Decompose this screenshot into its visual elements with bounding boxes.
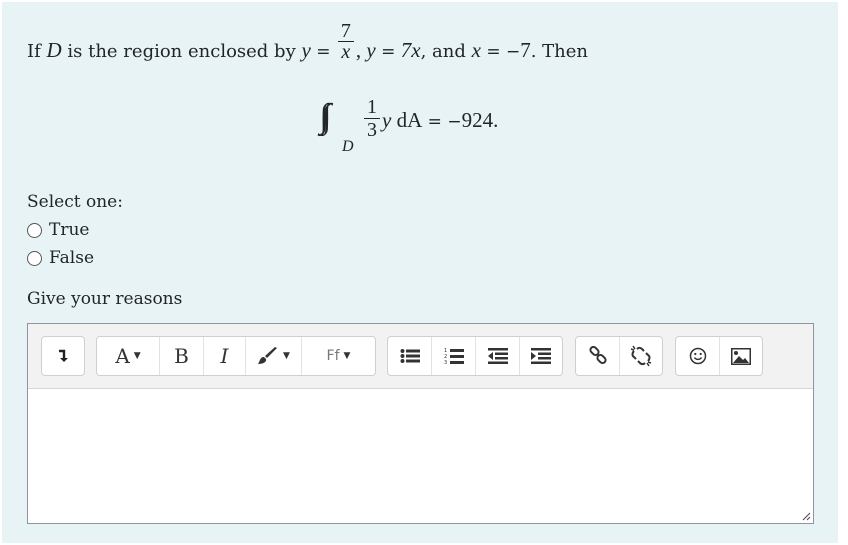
svg-text:3: 3: [444, 360, 447, 365]
integrand-and-result: y dA = −924.: [382, 108, 499, 132]
select-one-prompt: Select one:: [27, 192, 123, 212]
caret-down-icon: ▼: [133, 351, 141, 361]
show-more-buttons[interactable]: [42, 337, 84, 375]
editor-content-area[interactable]: [28, 390, 813, 523]
arrow-down-icon: [59, 349, 68, 362]
rich-text-editor: A ▼ B I ▼ Ff ▼ 1 2 3: [27, 323, 814, 524]
radio-false[interactable]: [27, 250, 42, 266]
italic-icon: I: [220, 344, 229, 368]
outdent-button[interactable]: [476, 337, 520, 375]
question-text: If D is the region enclosed by y = 7x, y…: [27, 19, 589, 63]
toolbar-group-format: A ▼ B I ▼ Ff ▼: [96, 336, 376, 376]
italic-button[interactable]: I: [204, 337, 246, 375]
bold-icon: B: [174, 344, 189, 368]
option-true-label: True: [49, 220, 90, 240]
image-button[interactable]: [720, 337, 762, 375]
radio-true[interactable]: [27, 222, 42, 238]
toolbar-group-media: [675, 336, 763, 376]
reasons-label: Give your reasons: [27, 289, 183, 309]
resize-handle-icon[interactable]: [801, 511, 811, 521]
option-false-label: False: [49, 248, 94, 268]
smiley-icon: [689, 347, 706, 365]
toolbar-group-links: [575, 336, 663, 376]
bullet-list-icon: [400, 349, 420, 363]
fraction-one-third: 13: [364, 96, 380, 141]
font-a-icon: A: [115, 344, 130, 368]
integral-region: D: [342, 138, 354, 155]
editor-toolbar: A ▼ B I ▼ Ff ▼ 1 2 3: [28, 324, 813, 389]
caret-down-icon: ▼: [283, 351, 290, 361]
paintbrush-icon: [258, 347, 278, 364]
caret-down-icon: ▼: [343, 351, 351, 361]
font-family-icon: Ff: [326, 348, 340, 364]
font-color-button[interactable]: ▼: [246, 337, 302, 375]
toolbar-group-lists: 1 2 3: [387, 336, 563, 376]
indent-icon: [531, 348, 551, 364]
ordered-list-button[interactable]: 1 2 3: [432, 337, 476, 375]
outdent-icon: [487, 348, 508, 364]
emoticon-button[interactable]: [676, 337, 720, 375]
unordered-list-button[interactable]: [388, 337, 432, 375]
numbered-list-icon: 1 2 3: [444, 348, 464, 365]
font-family-button[interactable]: Ff ▼: [302, 337, 375, 375]
unlink-icon: [630, 345, 652, 367]
indent-button[interactable]: [520, 337, 562, 375]
fraction-7-over-x: 7x: [337, 21, 354, 62]
option-false[interactable]: False: [27, 247, 94, 269]
image-icon: [731, 347, 751, 365]
toolbar-group-collapse: [41, 336, 85, 376]
font-style-button[interactable]: A ▼: [97, 337, 160, 375]
link-button[interactable]: [576, 337, 620, 375]
double-integral-equation: ∫∫ D 13 y dA = −924.: [322, 92, 542, 162]
unlink-button[interactable]: [620, 337, 662, 375]
math-var-d: D: [46, 38, 62, 62]
option-true[interactable]: True: [27, 219, 89, 241]
bold-button[interactable]: B: [160, 337, 204, 375]
link-icon: [588, 346, 607, 365]
